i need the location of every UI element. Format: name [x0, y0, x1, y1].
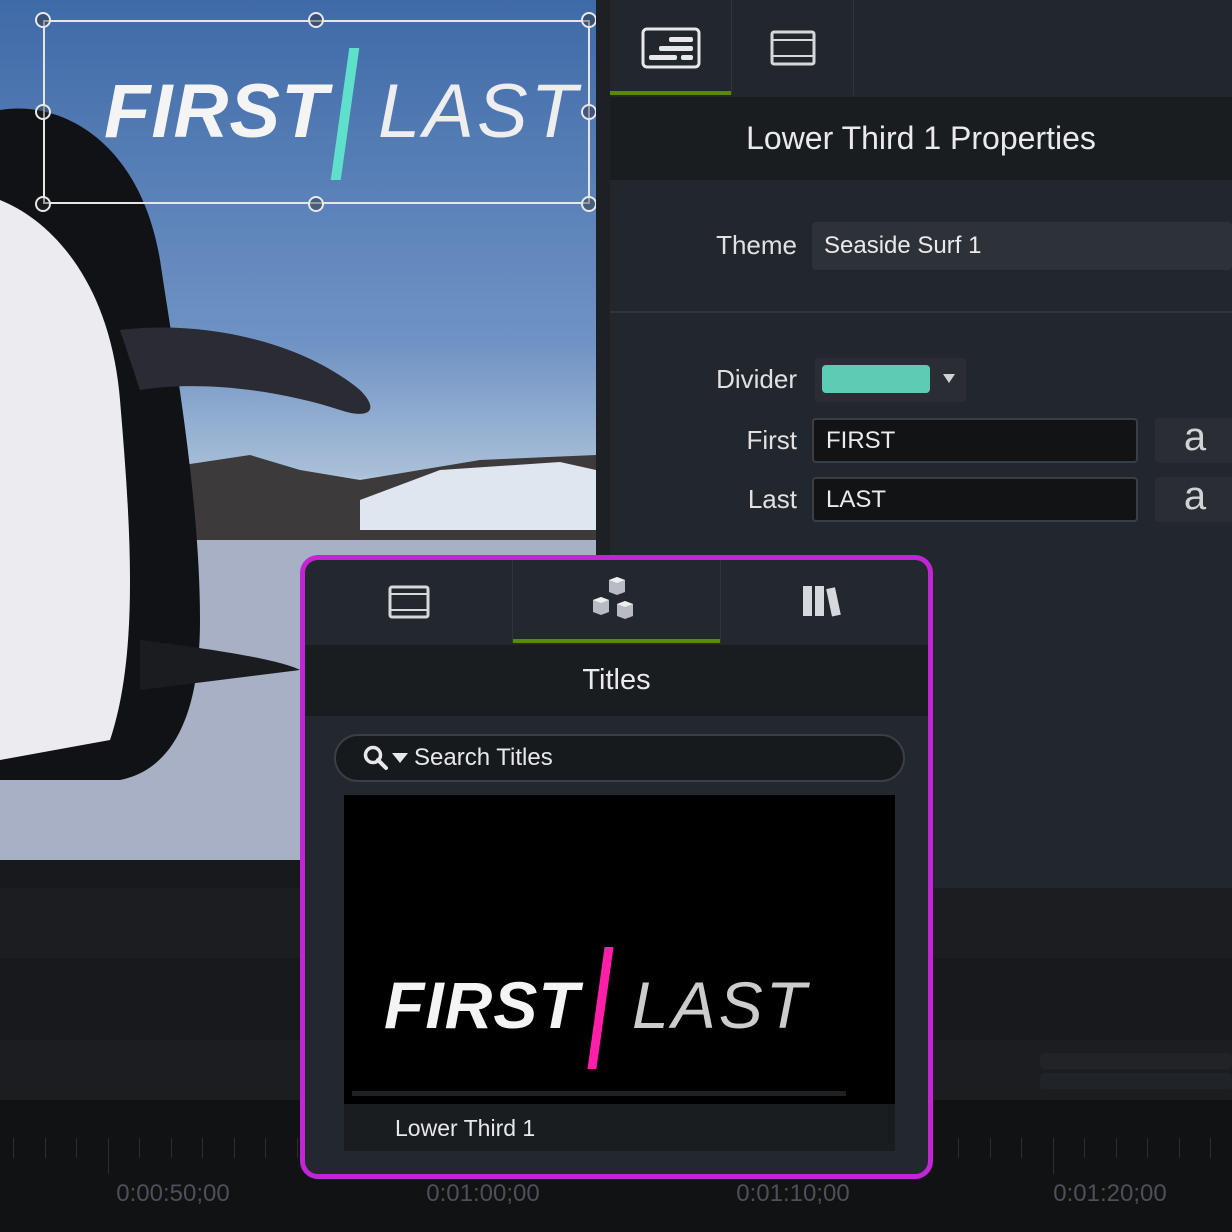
overlay-last-text: LAST [378, 69, 581, 154]
tab-lower-third-properties[interactable] [610, 0, 732, 95]
resize-handle-b[interactable] [308, 196, 324, 212]
title-thumbnail: FIRST LAST [344, 795, 895, 1104]
film-icon [388, 585, 429, 618]
cubes-icon [592, 576, 633, 619]
tab-visual-properties[interactable] [732, 0, 854, 95]
chevron-down-icon [943, 374, 955, 383]
divider-color-swatch [822, 365, 930, 393]
last-font-button[interactable]: a [1155, 474, 1232, 522]
properties-title: Lower Third 1 Properties [610, 97, 1232, 180]
ruler-tick [13, 1138, 14, 1158]
thumb-first-text: FIRST [384, 968, 580, 1042]
theme-dropdown[interactable]: Seaside Surf 1 [812, 222, 1232, 270]
ruler-tick [1052, 1138, 1054, 1174]
ruler-tick [202, 1138, 203, 1158]
search-input[interactable]: Search Titles [334, 734, 905, 782]
tab-media[interactable] [305, 560, 513, 643]
title-item-lower-third-1[interactable]: FIRST LAST Lower Third 1 [344, 795, 895, 1151]
overlay-first-text: FIRST [104, 69, 329, 154]
thumb-divider [587, 947, 614, 1069]
resize-handle-bl[interactable] [35, 196, 51, 212]
ruler-tick [265, 1138, 266, 1158]
timecode-label: 0:00:50;00 [116, 1180, 230, 1207]
first-label: First [746, 425, 797, 455]
search-placeholder: Search Titles [414, 744, 553, 771]
ruler-tick [170, 1138, 172, 1158]
film-icon [770, 30, 815, 65]
resize-handle-tr[interactable] [581, 12, 596, 28]
tab-library[interactable] [721, 560, 928, 643]
thumb-progress-bar [352, 1091, 846, 1096]
timecode-label: 0:01:20;00 [1053, 1180, 1167, 1207]
ruler-tick [1210, 1138, 1211, 1158]
ruler-tick [233, 1138, 235, 1158]
tab-titles[interactable] [513, 560, 721, 643]
resize-handle-br[interactable] [581, 196, 596, 212]
ruler-tick [1147, 1138, 1148, 1158]
last-label: Last [747, 484, 797, 514]
resize-handle-tl[interactable] [35, 12, 51, 28]
divider-color-picker[interactable] [815, 358, 966, 402]
title-item-name: Lower Third 1 [344, 1104, 895, 1151]
ruler-tick [139, 1138, 140, 1158]
section-divider [610, 311, 1232, 313]
ruler-tick [958, 1138, 959, 1158]
timecode-label: 0:01:10;00 [736, 1180, 850, 1207]
ruler-tick [1115, 1138, 1117, 1158]
ruler-tick [44, 1138, 46, 1158]
search-icon [363, 745, 388, 770]
ruler-tick [296, 1138, 298, 1158]
divider-label: Divider [716, 364, 797, 394]
first-font-button[interactable]: a [1155, 415, 1232, 463]
theme-label: Theme [716, 230, 797, 260]
last-name-input[interactable]: LAST [812, 477, 1138, 522]
thumb-last-text: LAST [632, 968, 810, 1042]
ruler-tick [1021, 1138, 1022, 1158]
library-books-icon [803, 585, 841, 617]
timeline-clip[interactable] [1040, 1073, 1232, 1089]
search-options-chevron-icon[interactable] [392, 753, 408, 763]
resize-handle-l[interactable] [35, 104, 51, 120]
resize-handle-t[interactable] [308, 12, 324, 28]
first-name-input[interactable]: FIRST [812, 418, 1138, 463]
ruler-tick [76, 1138, 77, 1158]
resize-handle-r[interactable] [581, 104, 596, 120]
ruler-tick [1084, 1138, 1085, 1158]
timecode-label: 0:01:00;00 [426, 1180, 540, 1207]
library-panel: Titles Search Titles FIRST LAST Lower Th… [300, 555, 933, 1179]
ruler-tick [1178, 1138, 1180, 1158]
timeline-clip[interactable] [1040, 1053, 1232, 1069]
ruler-tick [989, 1138, 991, 1158]
ruler-tick [107, 1138, 109, 1174]
library-title: Titles [305, 645, 928, 716]
lower-third-properties-icon [641, 27, 700, 68]
